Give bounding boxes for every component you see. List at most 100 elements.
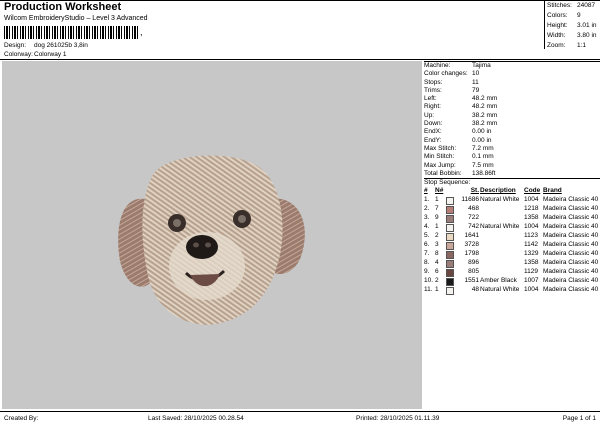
color-swatch <box>446 233 454 242</box>
top-border <box>0 0 600 1</box>
needle-num: 7 <box>435 205 439 213</box>
thread-description: Natural White <box>480 286 520 294</box>
table-row: 8. 4 896 1358 Madeira Classic 40 <box>424 259 600 269</box>
thread-brand: Madeira Classic 40 <box>543 250 599 258</box>
col-desc-header: Description <box>480 187 516 195</box>
thread-description: Natural White <box>480 223 520 231</box>
colorway-row: Colorway:Colorway 1 <box>4 51 67 58</box>
thread-description <box>480 259 524 268</box>
seq-num: 1. <box>424 196 430 204</box>
color-swatch <box>446 269 454 278</box>
sequence-rows: 1. 1 11686 Natural White 1004 Madeira Classic… <box>424 196 600 296</box>
needle-num: 1 <box>435 286 439 294</box>
stitch-count: 468 <box>446 205 480 215</box>
thread-code: 1358 <box>524 259 539 267</box>
thread-description <box>480 214 524 223</box>
seq-num: 4. <box>424 223 430 231</box>
col-n-header: N# <box>435 187 444 195</box>
thread-brand: Madeira Classic 40 <box>543 196 599 204</box>
thread-description <box>480 232 524 241</box>
stitch-count-value: 1551 <box>464 277 479 285</box>
thread-brand: Madeira Classic 40 <box>543 232 599 240</box>
needle-num: 6 <box>435 268 439 276</box>
colorway-label: Colorway: <box>4 51 33 58</box>
stop-sequence-title: Stop Sequence: <box>424 179 471 187</box>
design-value: dog 261025b 3,8in <box>34 42 88 49</box>
thread-code: 1129 <box>524 268 538 276</box>
stitch-count: 1798 <box>446 250 480 260</box>
page-number: Page 1 of 1 <box>562 415 596 422</box>
param-left: Left: 48.2 mm <box>424 95 498 103</box>
stat-height: Height: 3.01 in <box>547 22 597 29</box>
param-trims: Trims: 79 <box>424 86 480 94</box>
seq-num: 5. <box>424 232 430 240</box>
param-endy: EndY: 0.00 in <box>424 136 492 144</box>
stitch-count: 1641 <box>446 232 480 242</box>
software-subtitle: Wilcom EmbroideryStudio – Level 3 Advanc… <box>4 15 148 22</box>
col-num-header: # <box>424 187 428 195</box>
seq-num: 9. <box>424 268 430 276</box>
thread-brand: Madeira Classic 40 <box>543 241 599 249</box>
needle-num: 9 <box>435 214 439 222</box>
color-swatch <box>446 278 454 287</box>
stitch-count-value: 3728 <box>464 241 479 249</box>
thread-code: 1007 <box>524 277 539 285</box>
barcode <box>4 26 139 39</box>
design-preview <box>2 61 422 409</box>
seq-num: 11. <box>424 286 433 294</box>
thread-brand: Madeira Classic 40 <box>543 259 599 267</box>
thread-code: 1123 <box>524 232 538 240</box>
table-row: 3. 9 722 1358 Madeira Classic 40 <box>424 214 600 224</box>
stat-width: Width: 3.80 in <box>547 32 597 39</box>
stitch-count-value: 1798 <box>464 250 479 258</box>
table-row: 9. 6 805 1129 Madeira Classic 40 <box>424 268 600 278</box>
thread-brand: Madeira Classic 40 <box>543 205 599 213</box>
needle-num: 2 <box>435 232 439 240</box>
stitch-count: 11686 <box>446 196 480 206</box>
thread-code: 1358 <box>524 214 539 222</box>
thread-code: 1004 <box>524 286 539 294</box>
thread-brand: Madeira Classic 40 <box>543 286 599 294</box>
stitch-count-value: 48 <box>471 286 479 294</box>
table-row: 4. 1 742 Natural White 1004 Madeira Classic 4… <box>424 223 600 233</box>
color-swatch <box>446 215 454 224</box>
stitch-count-value: 468 <box>468 205 479 213</box>
color-swatch <box>446 242 454 251</box>
stitch-count-value: 11686 <box>461 196 479 204</box>
dog-embroidery-image <box>118 155 305 325</box>
table-row: 5. 2 1641 1123 Madeira Classic 40 <box>424 232 600 242</box>
color-swatch <box>446 197 454 206</box>
stitch-count: 48 <box>446 286 480 296</box>
table-row: 7. 8 1798 1329 Madeira Classic 40 <box>424 250 600 260</box>
table-row: 1. 1 11686 Natural White 1004 Madeira Classic… <box>424 196 600 206</box>
header-divider <box>0 59 600 60</box>
thread-description <box>480 268 524 277</box>
stitch-count-value: 1641 <box>464 232 479 240</box>
thread-brand: Madeira Classic 40 <box>543 223 599 231</box>
stitch-count: 896 <box>446 259 480 269</box>
seq-num: 2. <box>424 205 430 213</box>
col-code-header: Code <box>524 187 541 195</box>
created-by: Created By: <box>4 415 39 422</box>
needle-num: 2 <box>435 277 439 285</box>
color-swatch <box>446 224 454 233</box>
thread-description <box>480 205 524 214</box>
seq-num: 3. <box>424 214 430 222</box>
design-label: Design: <box>4 42 27 49</box>
worksheet-title: Production Worksheet <box>4 1 122 13</box>
stitch-count-value: 805 <box>468 268 479 276</box>
machine-info-panel: Machine: Tajima Color changes: 10 Stops: 11… <box>424 61 600 409</box>
seq-num: 8. <box>424 259 430 267</box>
param-color-changes: Color changes: 10 <box>424 70 480 78</box>
thread-code: 1004 <box>524 196 539 204</box>
thread-code: 1218 <box>524 205 539 213</box>
param-max-jump: Max Jump: 7.5 mm <box>424 161 494 169</box>
param-max-stitch: Max Stitch: 7.2 mm <box>424 144 494 152</box>
barcode-mark: , <box>140 27 143 37</box>
stitch-count-value: 722 <box>468 214 479 222</box>
col-brand-header: Brand <box>543 187 562 195</box>
stat-zoom: Zoom: 1:1 <box>547 42 587 49</box>
param-machine: Machine: Tajima <box>424 62 491 69</box>
param-total-bobbin: Total Bobbin: 138.86ft <box>424 169 496 177</box>
stitch-count: 722 <box>446 214 480 224</box>
